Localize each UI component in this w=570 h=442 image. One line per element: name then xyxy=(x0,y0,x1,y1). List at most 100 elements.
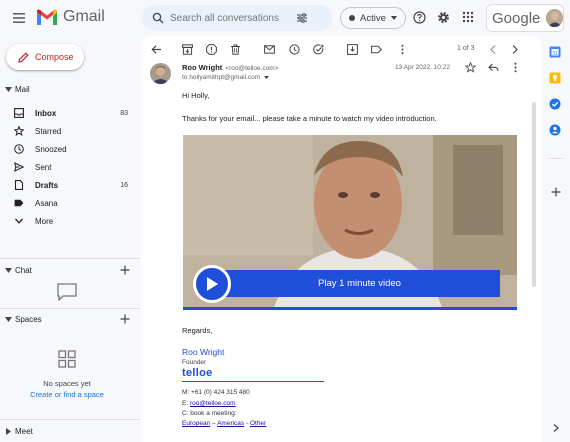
mail-section-header[interactable]: Mail xyxy=(5,85,30,94)
main-menu-icon[interactable] xyxy=(10,9,28,27)
collapse-caret-icon xyxy=(5,317,12,322)
details-caret-icon[interactable] xyxy=(264,76,270,79)
report-spam-icon[interactable] xyxy=(206,44,217,55)
label-tag-icon[interactable] xyxy=(371,44,382,55)
keep-icon[interactable] xyxy=(549,72,561,84)
sidebar-item-count: 83 xyxy=(120,109,128,117)
signature-email-link[interactable]: roo@telloe.com xyxy=(190,400,236,407)
sidebar-item-drafts[interactable]: Drafts 16 xyxy=(0,176,138,194)
recipient-text: to hollyamithpt@gmail.com xyxy=(182,74,261,81)
play-video-button[interactable]: Play 1 minute video xyxy=(219,270,500,297)
sidebar-item-inbox[interactable]: Inbox 83 xyxy=(0,104,138,122)
signature-email-prefix: E: xyxy=(182,400,190,407)
star-message-icon[interactable] xyxy=(465,62,476,73)
show-side-panel-icon[interactable] xyxy=(553,424,559,432)
google-account-button[interactable]: Google xyxy=(486,4,564,32)
search-bar[interactable] xyxy=(142,5,332,31)
message-more-icon[interactable] xyxy=(510,62,521,73)
video-thumbnail[interactable]: Play 1 minute video xyxy=(183,135,517,310)
sidebar-divider xyxy=(0,258,140,259)
tasks-icon[interactable] xyxy=(549,98,561,110)
meet-header-label: Meet xyxy=(15,427,33,436)
video-bottom-bar xyxy=(183,307,517,310)
sidebar-item-label: Asana xyxy=(35,198,58,208)
move-to-icon[interactable] xyxy=(347,44,358,55)
back-arrow-icon[interactable] xyxy=(151,44,162,55)
americas-link[interactable]: Americas xyxy=(217,420,244,427)
spaces-section-header[interactable]: Spaces xyxy=(5,315,42,324)
gmail-logo[interactable]: Gmail xyxy=(36,8,105,26)
status-dot-icon xyxy=(349,15,355,21)
sidebar-divider xyxy=(0,419,140,420)
sender-email: <roo@telloe.com> xyxy=(225,65,279,72)
signature-name: Roo Wright xyxy=(182,347,225,357)
chat-bubble-icon xyxy=(57,283,77,301)
settings-gear-icon[interactable] xyxy=(437,11,450,24)
help-icon[interactable] xyxy=(413,11,426,24)
sidebar-item-label: More xyxy=(35,216,54,226)
signature-title: Founder xyxy=(182,359,207,366)
sidebar-item-starred[interactable]: Starred xyxy=(0,122,138,140)
meet-section-header[interactable]: Meet xyxy=(5,427,33,436)
svg-text:31: 31 xyxy=(552,51,558,57)
app-name: Gmail xyxy=(63,8,105,25)
signature-rule xyxy=(182,381,324,382)
new-space-plus-icon[interactable] xyxy=(120,314,130,324)
google-brand: Google xyxy=(492,9,541,27)
status-label: Active xyxy=(360,12,386,24)
compose-label: Compose xyxy=(35,52,74,62)
label-icon xyxy=(14,198,24,208)
account-avatar[interactable] xyxy=(546,9,563,27)
sidebar-item-snoozed[interactable]: Snoozed xyxy=(0,140,138,158)
sidebar-divider xyxy=(0,308,140,309)
sidebar-item-label: Starred xyxy=(35,126,62,136)
add-addon-plus-icon[interactable] xyxy=(551,187,561,197)
search-icon[interactable] xyxy=(152,12,164,24)
sidebar-item-asana[interactable]: Asana xyxy=(0,194,138,212)
other-link[interactable]: Other xyxy=(250,420,266,427)
collapse-caret-icon xyxy=(5,268,12,273)
older-chevron-icon[interactable] xyxy=(509,44,520,55)
sidebar-item-label: Snoozed xyxy=(35,144,67,154)
contacts-icon[interactable] xyxy=(549,124,561,136)
scrollbar-thumb[interactable] xyxy=(532,102,536,287)
signature-email-line: E: roo@telloe.com xyxy=(182,400,236,407)
create-space-link[interactable]: Create or find a space xyxy=(0,390,134,399)
side-panel: 31 xyxy=(543,36,570,442)
archive-icon[interactable] xyxy=(182,44,193,55)
sidebar-item-more[interactable]: More xyxy=(0,212,138,230)
mark-unread-icon[interactable] xyxy=(264,44,275,55)
pencil-icon xyxy=(18,51,29,63)
add-to-tasks-icon[interactable] xyxy=(313,44,324,55)
delete-icon[interactable] xyxy=(230,44,241,55)
clock-icon xyxy=(14,144,24,154)
newer-chevron-icon[interactable] xyxy=(488,44,499,55)
sidebar-item-label: Inbox xyxy=(35,108,57,118)
status-dropdown[interactable]: Active xyxy=(340,7,406,29)
new-chat-plus-icon[interactable] xyxy=(120,265,130,275)
sender-avatar[interactable] xyxy=(150,63,171,84)
no-spaces-text: No spaces yet xyxy=(43,379,91,388)
regards-text: Regards, xyxy=(182,326,213,335)
chat-header-label: Chat xyxy=(15,266,32,275)
reply-icon[interactable] xyxy=(488,62,499,73)
more-vert-icon[interactable] xyxy=(397,44,408,55)
star-icon xyxy=(14,126,24,136)
message-date: 13 Apr 2022, 10:22 xyxy=(395,64,450,71)
play-circle-icon[interactable] xyxy=(193,265,231,303)
calendar-icon[interactable]: 31 xyxy=(549,46,561,58)
greeting-text: Hi Holly, xyxy=(182,91,210,100)
expand-caret-icon xyxy=(6,428,11,435)
compose-button[interactable]: Compose xyxy=(6,44,84,70)
apps-grid-icon[interactable] xyxy=(462,11,474,23)
sender-name[interactable]: Roo Wright xyxy=(182,63,222,72)
search-input[interactable] xyxy=(170,12,290,24)
chat-section-header[interactable]: Chat xyxy=(5,266,32,275)
play-video-label: Play 1 minute video xyxy=(318,278,401,289)
european-link[interactable]: European xyxy=(182,420,210,427)
signature-booking-text: C: book a meeting: xyxy=(182,410,237,417)
recipient-line[interactable]: to hollyamithpt@gmail.com xyxy=(182,74,270,81)
sidebar-item-sent[interactable]: Sent xyxy=(0,158,138,176)
snooze-clock-icon[interactable] xyxy=(289,44,300,55)
search-options-icon[interactable] xyxy=(296,12,308,24)
